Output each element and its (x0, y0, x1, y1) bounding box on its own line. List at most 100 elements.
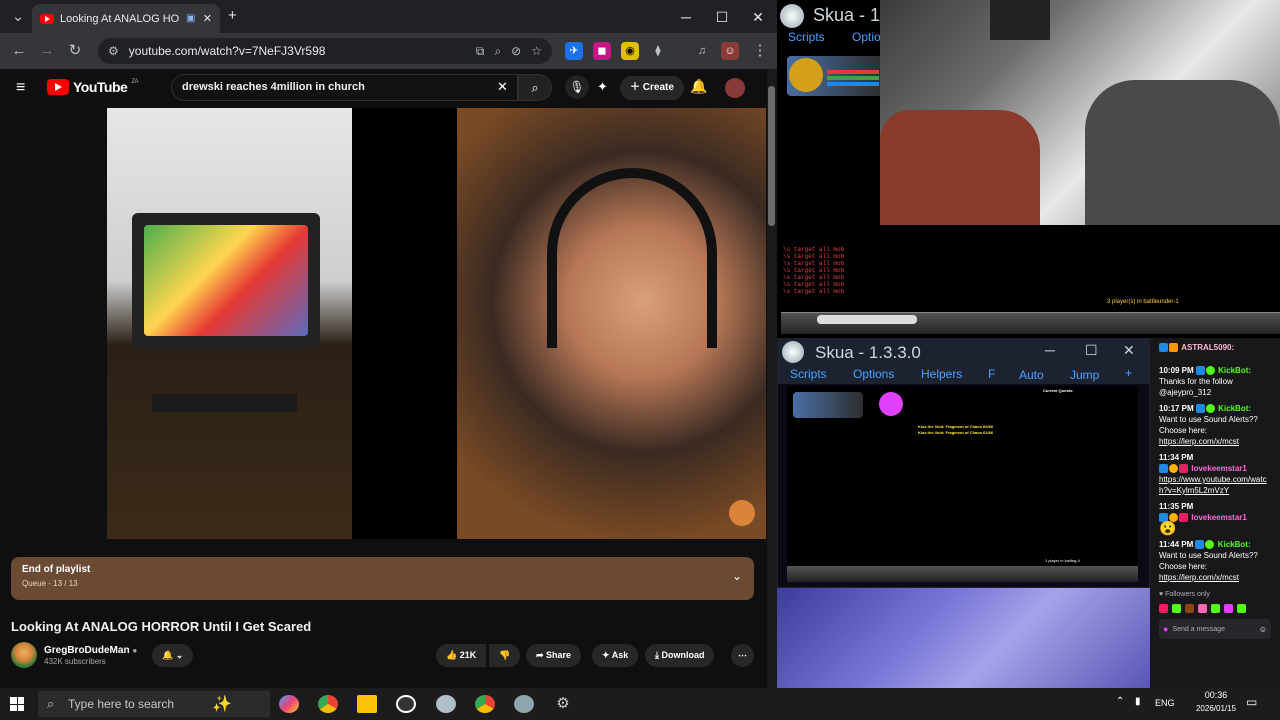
extension-translate-icon[interactable]: ✈ (565, 42, 583, 60)
extension-yellow-icon[interactable]: ◉ (621, 42, 639, 60)
eye-off-icon[interactable]: ⊘ (511, 44, 521, 58)
tab-search-icon[interactable]: ⌄ (4, 3, 32, 31)
chat-link[interactable]: https://lerp.com/x/mcst (1159, 436, 1271, 447)
skua-minimize-button[interactable]: ─ (1045, 342, 1055, 358)
skua-close-button[interactable]: ✕ (1123, 342, 1135, 359)
channel-name[interactable]: GregBroDudeMan ● (44, 645, 137, 656)
extension-pink-icon[interactable]: ◼ (593, 42, 611, 60)
chat-input[interactable]: Send a message (1172, 624, 1225, 635)
playlist-panel[interactable]: End of playlist Queue - 13 / 13 ⌄ (11, 557, 754, 600)
notification-center-icon[interactable]: ▭ (1246, 695, 1257, 709)
subscribe-bell-button[interactable]: 🔔 ⌄ (152, 644, 194, 667)
tray-chevron-up-icon[interactable]: ⌃ (1116, 696, 1124, 707)
install-icon[interactable]: ⧉ (476, 44, 485, 59)
chat-input-bar[interactable] (817, 315, 917, 324)
menu-jump[interactable]: Jump (1070, 368, 1099, 382)
menu-helpers[interactable]: Helpers (921, 367, 962, 381)
skua-maximize-button[interactable]: ☐ (1085, 342, 1098, 359)
video-player[interactable] (107, 108, 766, 539)
settings-gear-icon[interactable]: ⚙ (553, 695, 573, 713)
maximize-button[interactable]: ☐ (704, 6, 740, 28)
chevron-down-icon[interactable]: ⌄ (732, 569, 742, 583)
voice-search-button[interactable]: 🎙 (565, 75, 589, 99)
back-button[interactable]: ← (5, 37, 33, 65)
menu-f[interactable]: F (988, 367, 995, 381)
profile-avatar-icon[interactable]: ☺ (721, 42, 739, 60)
minimize-button[interactable]: ─ (668, 6, 704, 28)
obs-icon[interactable] (396, 695, 416, 713)
scrollbar-thumb[interactable] (768, 86, 775, 226)
chat-username[interactable]: KickBot: (1218, 540, 1251, 549)
chat-link[interactable]: https://lerp.com/x/mcst (1159, 572, 1271, 583)
sparkle-icon[interactable]: ✨ (212, 694, 232, 714)
close-button[interactable]: ✕ (740, 6, 776, 28)
menu-options[interactable]: Options (853, 367, 894, 381)
search-input[interactable]: drewski reaches 4million in church (171, 74, 518, 101)
taskbar-search-input[interactable]: Type here to search (38, 691, 270, 717)
game-viewport[interactable]: Current Quests: Kiss the Void: Fragment … (787, 386, 1138, 582)
like-button[interactable]: 👍 21K (436, 644, 487, 667)
emote-icon[interactable] (1159, 604, 1168, 613)
monitor (990, 0, 1050, 40)
microphone-icon[interactable]: ● (1163, 624, 1168, 635)
site-info-icon[interactable]: ⚙ (108, 44, 119, 58)
channel-avatar[interactable] (11, 642, 37, 668)
chat-link[interactable]: https://www.youtube.com/watch?v=Kylm5L2m… (1159, 474, 1271, 496)
menu-options[interactable]: Optio (852, 30, 881, 44)
clear-search-icon[interactable]: ✕ (497, 79, 508, 95)
forward-button[interactable]: → (33, 37, 61, 65)
menu-scripts[interactable]: Scripts (788, 30, 825, 44)
chat-username[interactable]: lovekeemstar1 (1191, 464, 1247, 473)
browser-menu-button[interactable]: ⋮ (746, 37, 774, 65)
emote-icon[interactable] (1211, 604, 1220, 613)
chrome-icon[interactable] (318, 695, 338, 713)
skua-taskbar-icon[interactable] (436, 695, 456, 713)
create-button[interactable]: ＋ Create (620, 76, 684, 100)
windows-start-icon[interactable] (10, 697, 24, 711)
battery-icon[interactable]: ▮ (1135, 696, 1141, 707)
more-actions-button[interactable]: ⋯ (731, 644, 754, 667)
new-tab-button[interactable]: + (228, 7, 237, 24)
ask-button[interactable]: ✦ Ask (592, 644, 639, 667)
search-button[interactable]: ⌕ (518, 74, 552, 101)
hamburger-menu-icon[interactable]: ≡ (16, 79, 25, 97)
reload-button[interactable]: ↻ (61, 37, 89, 65)
chat-username[interactable]: KickBot: (1218, 404, 1251, 413)
game-action-bar[interactable] (787, 566, 1138, 582)
tab-close-icon[interactable]: ✕ (203, 12, 212, 25)
emote-icon[interactable] (1224, 604, 1233, 613)
chat-username[interactable]: ASTRAL5090: (1181, 343, 1234, 352)
emoji-icon[interactable]: ☺ (1259, 624, 1267, 635)
media-control-icon[interactable]: ♫ (693, 42, 711, 60)
bookmark-star-icon[interactable]: ☆ (531, 44, 542, 58)
language-indicator[interactable]: ENG (1155, 698, 1175, 708)
emote-bar[interactable] (1159, 604, 1271, 613)
skua-taskbar-icon-2[interactable] (514, 695, 534, 713)
emote-icon[interactable] (1185, 604, 1194, 613)
copilot-icon[interactable] (279, 695, 299, 713)
extensions-puzzle-icon[interactable]: ⧫ (649, 42, 667, 60)
share-button[interactable]: ➦ Share (526, 644, 582, 667)
youtube-logo[interactable]: YouTube ZA (47, 79, 138, 95)
active-tab[interactable]: Looking At ANALOG HORRO ▣ ✕ (32, 4, 220, 33)
dislike-button[interactable]: 👎 (489, 644, 521, 667)
taskbar-date[interactable]: 2026/01/15 (1184, 704, 1248, 713)
emote-icon[interactable] (1198, 604, 1207, 613)
address-bar[interactable]: ⚙ youtube.com/watch?v=7NeFJ3Vr598 ⧉ ⌕ ⊘ … (98, 38, 552, 64)
channel-watermark[interactable] (729, 500, 755, 526)
emote-icon[interactable] (1237, 604, 1246, 613)
file-explorer-icon[interactable] (357, 695, 377, 713)
emote-icon[interactable] (1172, 604, 1181, 613)
zoom-icon[interactable]: ⌕ (494, 44, 501, 59)
menu-add[interactable]: + (1125, 366, 1132, 380)
menu-auto[interactable]: Auto (1019, 368, 1044, 382)
cast-icon[interactable]: ✦ (597, 79, 608, 95)
chat-username[interactable]: KickBot: (1218, 366, 1251, 375)
account-avatar[interactable] (725, 78, 745, 98)
notifications-bell-icon[interactable]: 🔔 (690, 78, 707, 95)
download-button[interactable]: ⤓ Download (645, 644, 715, 667)
chrome-profile-icon[interactable] (475, 695, 495, 713)
chat-username[interactable]: lovekeemstar1 (1191, 513, 1247, 522)
menu-scripts[interactable]: Scripts (790, 367, 827, 381)
taskbar-time[interactable]: 00:36 (1196, 690, 1236, 700)
